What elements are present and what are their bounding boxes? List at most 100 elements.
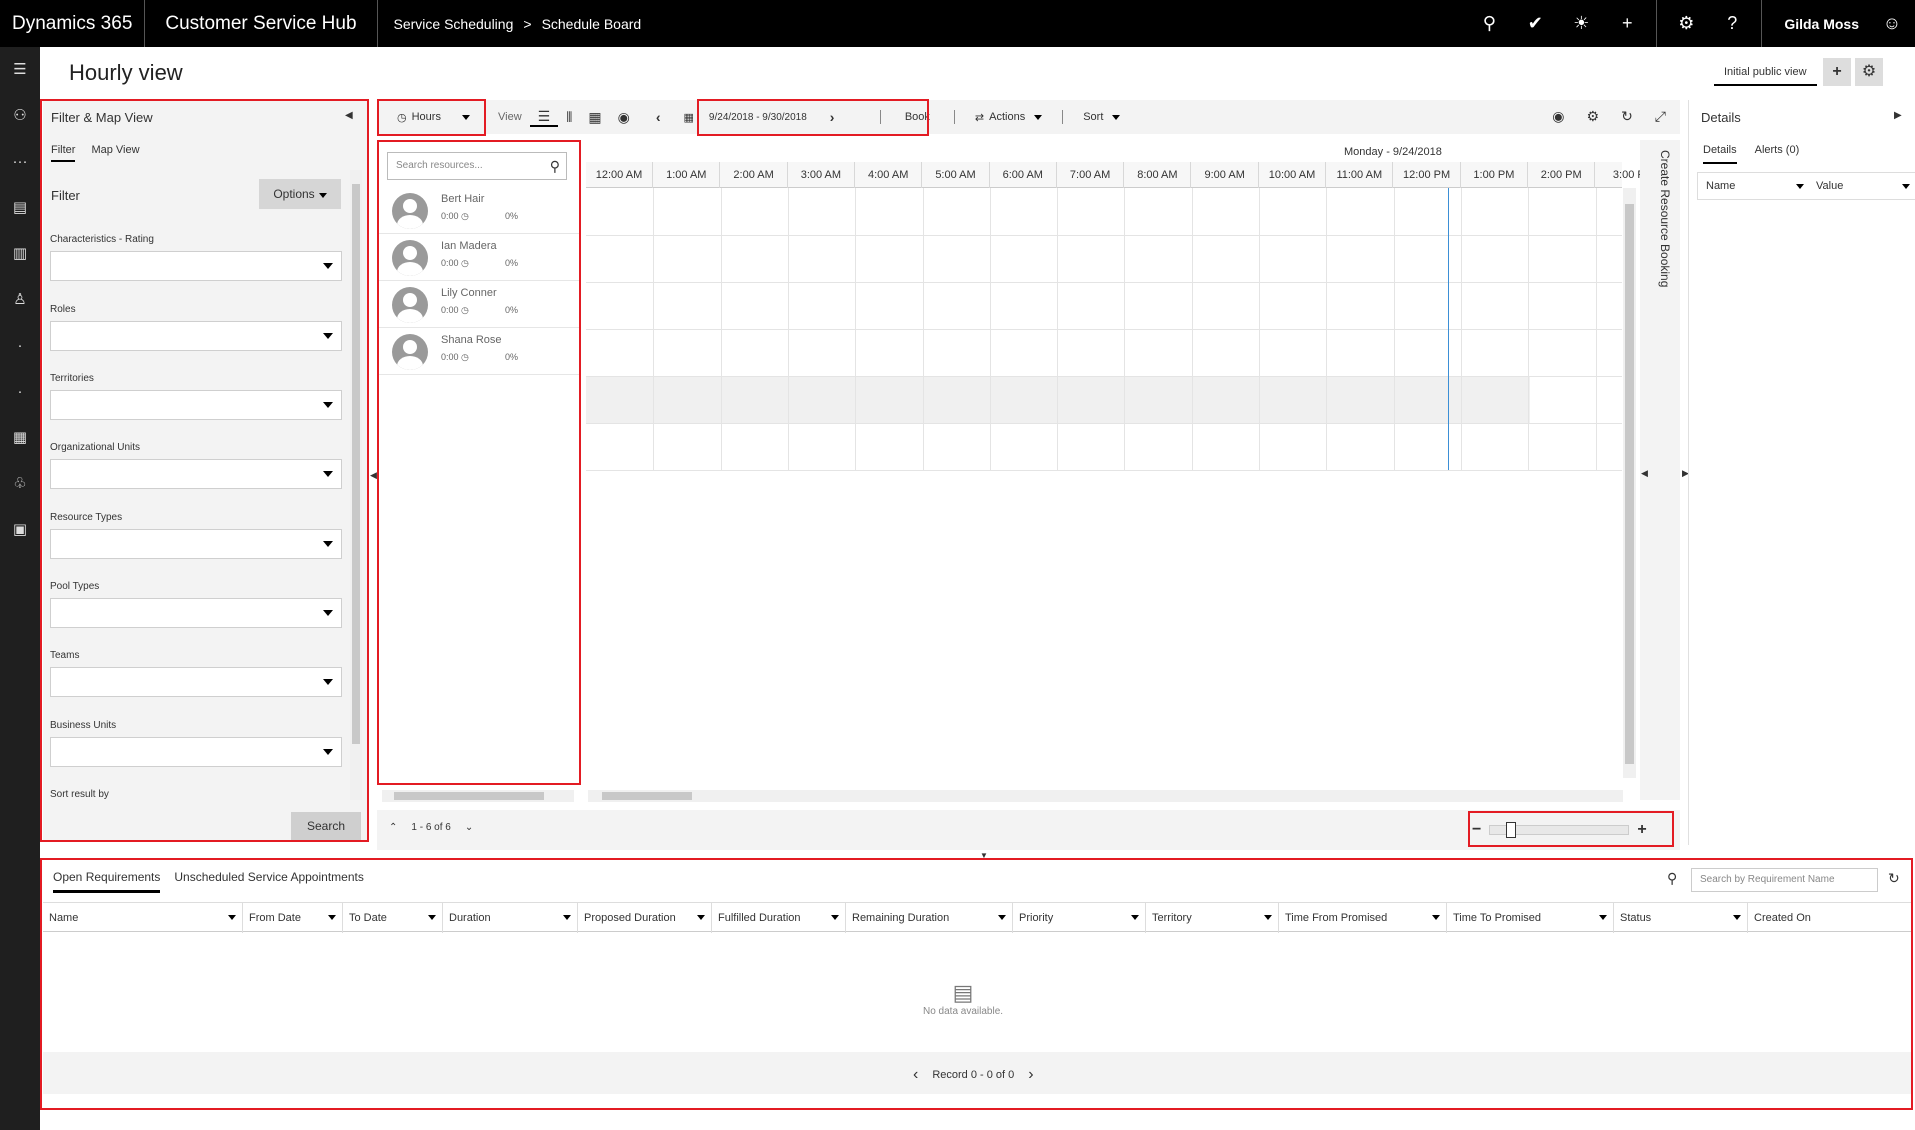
column-header[interactable]: Status (1614, 903, 1748, 933)
tab-details[interactable]: Details (1703, 144, 1737, 164)
resource-name[interactable]: Ian Madera (441, 240, 497, 252)
collapse-create-icon[interactable]: ◀ (1641, 468, 1648, 479)
gear-icon[interactable]: ⚙ (1663, 13, 1709, 34)
resource-row[interactable]: Ian Madera 0:00 ◷ 0% (377, 234, 580, 281)
column-header[interactable]: Fulfilled Duration (712, 903, 846, 933)
resource-name[interactable]: Lily Conner (441, 287, 497, 299)
col-value[interactable]: Value (1816, 180, 1843, 192)
dot-icon[interactable]: · (0, 369, 40, 415)
chevron-down-icon[interactable] (1264, 915, 1272, 920)
help-icon[interactable]: ? (1709, 13, 1755, 34)
app-name[interactable]: Customer Service Hub (145, 0, 378, 47)
zoom-slider-handle[interactable] (1506, 822, 1517, 838)
map-view-icon[interactable]: ◉ (610, 109, 638, 126)
zoom-out-icon[interactable]: − (1472, 821, 1481, 839)
gear-icon[interactable]: ⚙ (1587, 108, 1600, 125)
previous-icon[interactable]: ‹ (656, 109, 661, 125)
column-header[interactable]: Proposed Duration (578, 903, 712, 933)
chevron-down-icon[interactable] (998, 915, 1006, 920)
view-selector[interactable]: Initial public view (1714, 58, 1817, 86)
business-units-select[interactable] (50, 737, 342, 767)
vertical-view-icon[interactable]: ⦀ (558, 109, 580, 126)
person-icon[interactable]: ♙ (0, 277, 40, 323)
dot-icon[interactable]: · (0, 323, 40, 369)
column-header[interactable]: Created On (1748, 903, 1915, 933)
actions-dropdown[interactable]: ⇄ Actions (959, 111, 1058, 124)
roles-select[interactable] (50, 321, 342, 351)
search-icon[interactable]: ⚲ (1667, 870, 1677, 887)
requirement-search-input[interactable]: Search by Requirement Name (1691, 868, 1878, 892)
calendar-icon[interactable]: ▦ (0, 415, 40, 461)
chevron-down-icon[interactable] (1131, 915, 1139, 920)
scroll-thumb[interactable] (394, 792, 544, 800)
breadcrumb-service-scheduling[interactable]: Service Scheduling (394, 16, 514, 32)
create-resource-booking-label[interactable]: Create Resource Booking (1648, 150, 1672, 330)
scroll-thumb[interactable] (602, 792, 692, 800)
resource-types-select[interactable] (50, 529, 342, 559)
chevron-down-icon[interactable] (428, 915, 436, 920)
eye-icon[interactable]: ◉ (1552, 108, 1564, 125)
column-header[interactable]: Name (43, 903, 243, 933)
chevron-down-icon[interactable] (328, 915, 336, 920)
grid-vertical-scrollbar[interactable] (1623, 188, 1636, 778)
characteristics-select[interactable] (50, 251, 342, 281)
page-up-icon[interactable]: ⌃ (389, 822, 397, 833)
hours-dropdown[interactable]: ◷ Hours (377, 111, 481, 124)
grid-horizontal-scrollbar[interactable] (588, 790, 1623, 802)
zoom-slider[interactable] (1489, 822, 1630, 838)
next-page-icon[interactable]: › (1028, 1066, 1033, 1084)
pool-types-select[interactable] (50, 598, 342, 628)
hierarchy-icon[interactable]: ♧ (0, 461, 40, 507)
collapse-left-icon[interactable]: ◀ (345, 110, 353, 121)
resource-row[interactable]: Bert Hair 0:00 ◷ 0% (377, 187, 580, 234)
teams-select[interactable] (50, 667, 342, 697)
next-icon[interactable]: › (830, 109, 835, 125)
report-icon[interactable]: ▤ (0, 185, 40, 231)
collapse-bottom-icon[interactable]: ▼ (980, 851, 988, 860)
resource-row[interactable]: Lily Conner 0:00 ◷ 0% (377, 281, 580, 328)
resource-horizontal-scrollbar[interactable] (382, 790, 574, 802)
search-icon[interactable]: ⚲ (550, 153, 560, 179)
collapse-details-icon[interactable]: ▶ (1894, 110, 1902, 121)
column-header[interactable]: Time From Promised (1279, 903, 1447, 933)
plus-icon[interactable]: + (1604, 13, 1650, 34)
chevron-down-icon[interactable] (831, 915, 839, 920)
schedule-icon[interactable]: ▣ (0, 507, 40, 553)
chevron-down-icon[interactable] (1599, 915, 1607, 920)
tab-alerts[interactable]: Alerts (0) (1755, 144, 1800, 164)
chevron-down-icon[interactable] (1902, 184, 1910, 189)
chevron-down-icon[interactable] (1432, 915, 1440, 920)
filter-scrollbar[interactable] (350, 170, 362, 800)
schedule-grid[interactable]: Monday - 9/24/2018 12:00 AM 1:00 AM 2:00 A… (586, 140, 1664, 790)
book-button[interactable]: Book (885, 111, 950, 123)
resource-row[interactable]: Shana Rose 0:00 ◷ 0% (377, 328, 580, 375)
column-header[interactable]: Time To Promised (1447, 903, 1614, 933)
page-down-icon[interactable]: ⌄ (465, 822, 473, 833)
column-header[interactable]: From Date (243, 903, 343, 933)
chevron-down-icon[interactable] (1733, 915, 1741, 920)
grid-view-icon[interactable]: ▦ (580, 109, 609, 126)
search-button[interactable]: Search (291, 812, 361, 840)
col-name[interactable]: Name (1706, 180, 1735, 192)
board-settings-button[interactable]: ⚙ (1855, 58, 1883, 86)
territories-select[interactable] (50, 390, 342, 420)
agents-icon[interactable]: ⚇ (0, 93, 40, 139)
refresh-icon[interactable]: ↻ (1621, 108, 1633, 125)
date-range[interactable]: 9/24/2018 - 9/30/2018 (709, 112, 807, 123)
column-header[interactable]: Duration (443, 903, 578, 933)
breadcrumb-schedule-board[interactable]: Schedule Board (542, 16, 642, 32)
scroll-thumb[interactable] (352, 184, 360, 744)
user-name[interactable]: Gilda Moss (1768, 16, 1869, 32)
chevron-down-icon[interactable] (697, 915, 705, 920)
column-header[interactable]: Priority (1013, 903, 1146, 933)
scroll-thumb[interactable] (1625, 204, 1634, 764)
previous-page-icon[interactable]: ‹ (913, 1066, 918, 1084)
list-view-icon[interactable]: ☰ (529, 108, 559, 127)
org-units-select[interactable] (50, 459, 342, 489)
hamburger-icon[interactable]: ☰ (0, 47, 40, 93)
tab-map-view[interactable]: Map View (91, 144, 139, 162)
user-icon[interactable]: ☺ (1869, 13, 1915, 34)
add-tab-button[interactable]: + (1823, 58, 1851, 86)
chevron-down-icon[interactable] (228, 915, 236, 920)
options-button[interactable]: Options (259, 179, 341, 209)
